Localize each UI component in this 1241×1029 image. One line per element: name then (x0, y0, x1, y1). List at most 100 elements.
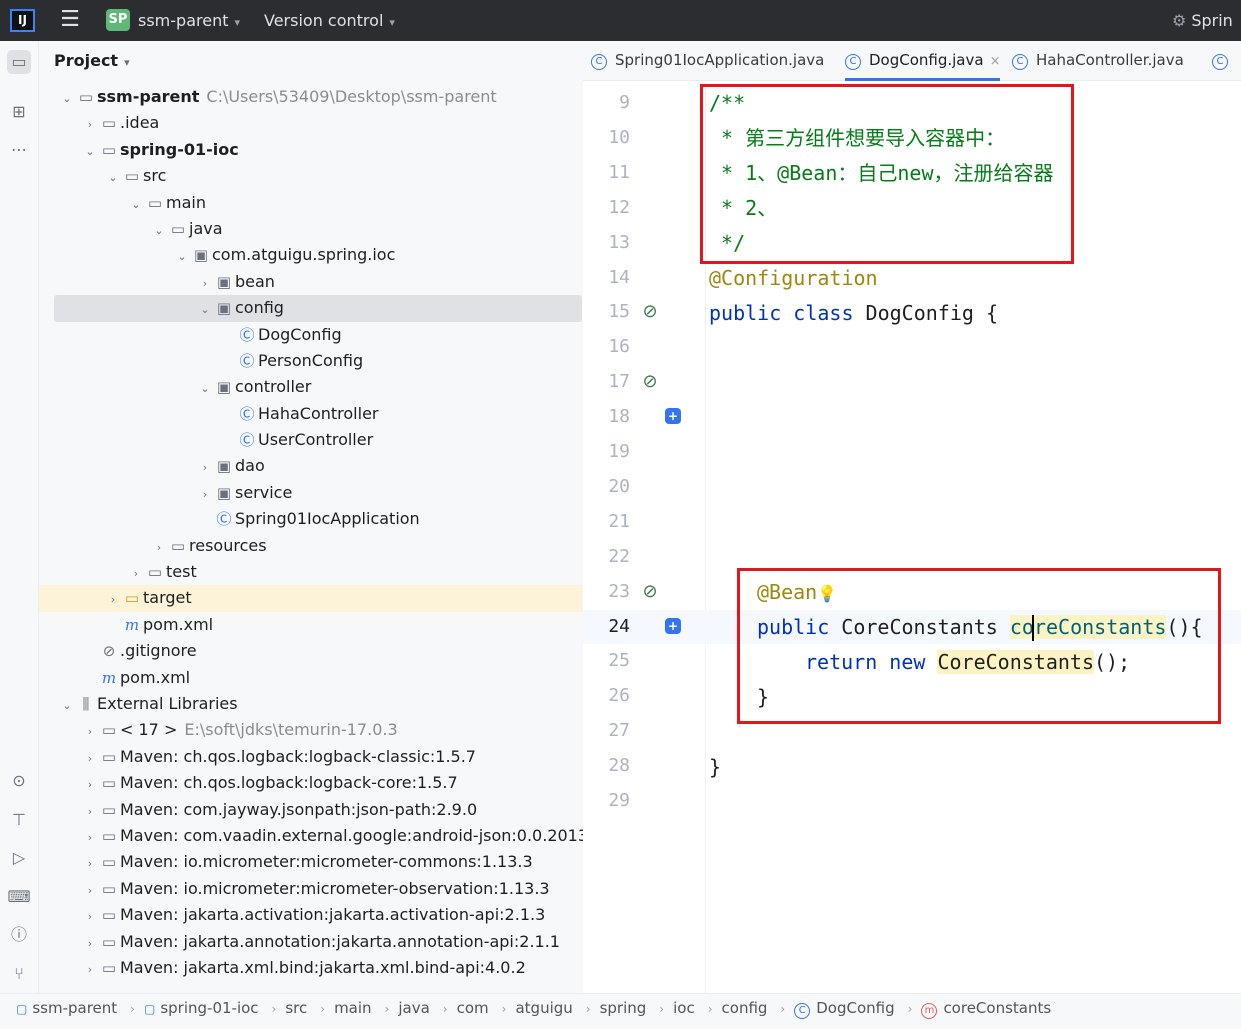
tree-row[interactable]: › ▭ .idea (39, 110, 583, 136)
breadcrumb-item[interactable]: C DogConfig (794, 999, 895, 1019)
chevron-down-icon[interactable]: ⌄ (59, 693, 75, 719)
tree-row[interactable]: ⌄ ▭ ssm-parent C:\Users\53409\Desktop\ssm-p… (39, 84, 583, 110)
chevron-down-icon[interactable]: ⌄ (82, 139, 98, 165)
chevron-right-icon[interactable]: › (82, 719, 98, 745)
tree-row[interactable]: Ⓒ Spring01IocApplication (39, 506, 583, 532)
line-number[interactable]: 22 (583, 540, 630, 575)
line-number[interactable]: 18 (583, 400, 630, 435)
run-configuration-selector[interactable]: ⚙ Sprin (1172, 11, 1233, 30)
chevron-right-icon[interactable]: › (82, 904, 98, 930)
tree-row[interactable]: m pom.xml (39, 665, 583, 691)
intellij-logo-icon[interactable]: IJ (10, 9, 35, 32)
chevron-right-icon[interactable]: › (82, 931, 98, 957)
line-number[interactable]: 10 (583, 121, 630, 156)
breadcrumb-item[interactable]: spring (600, 999, 647, 1017)
tree-row[interactable]: ⊘ .gitignore (39, 638, 583, 664)
chevron-right-icon[interactable]: › (82, 825, 98, 851)
build-tool-icon[interactable]: ⊤ (7, 808, 31, 832)
chevron-right-icon[interactable]: › (151, 535, 167, 561)
chevron-right-icon[interactable]: › (105, 587, 121, 613)
more-tools-icon[interactable]: ⋯ (7, 138, 31, 162)
spring-bean-gutter-icon[interactable]: ⊘ (639, 301, 661, 323)
main-menu-icon[interactable]: ☰ (58, 8, 82, 32)
tree-row[interactable]: › ▭ < 17 > E:\soft\jdks\temurin-17.0.3 (39, 717, 583, 743)
line-number[interactable]: 19 (583, 435, 630, 470)
tree-row[interactable]: ⌄ ▭ src (39, 163, 583, 189)
breadcrumb-item[interactable]: ▢ spring-01-ioc (144, 999, 259, 1017)
chevron-down-icon[interactable]: ⌄ (197, 297, 213, 323)
chevron-down-icon[interactable]: ⌄ (174, 244, 190, 270)
breadcrumb-item[interactable]: com (457, 999, 489, 1017)
tree-row[interactable]: ⌄ ▣ config (54, 295, 582, 323)
chevron-down-icon[interactable]: ⌄ (59, 86, 75, 112)
lightbulb-icon[interactable]: 💡 (817, 584, 837, 603)
line-number[interactable]: 21 (583, 505, 630, 540)
tree-row[interactable]: m pom.xml (39, 612, 583, 638)
tree-row[interactable]: › ▣ bean (39, 269, 583, 295)
line-number[interactable]: 29 (583, 784, 630, 819)
line-number[interactable]: 24 (583, 610, 630, 645)
project-switcher[interactable]: ssm-parent ▾ (138, 11, 240, 30)
tree-row[interactable]: ⌄ ▭ main (39, 190, 583, 216)
chevron-down-icon[interactable]: ⌄ (105, 165, 121, 191)
version-control-menu[interactable]: Version control ▾ (264, 11, 395, 30)
close-tab-icon[interactable]: × (990, 54, 1001, 69)
chevron-right-icon[interactable]: › (82, 746, 98, 772)
tree-row[interactable]: › ▭ Maven: jakarta.activation:jakarta.acti… (39, 902, 583, 928)
breadcrumb-item[interactable]: m coreConstants (921, 999, 1051, 1019)
problems-tool-icon[interactable]: ⓘ (7, 923, 31, 947)
chevron-down-icon[interactable]: ⌄ (128, 192, 144, 218)
breadcrumb-item[interactable]: java (398, 999, 429, 1017)
tab-overflow[interactable]: C (1212, 41, 1236, 81)
tree-row[interactable]: › ▭ test (39, 559, 583, 585)
tree-row[interactable]: › ▭ Maven: io.micrometer:micrometer-observ… (39, 876, 583, 902)
breadcrumb-item[interactable]: ▢ ssm-parent (16, 999, 117, 1017)
line-number[interactable]: 13 (583, 226, 630, 261)
spring-bean-gutter-icon[interactable]: ⊘ (639, 581, 661, 603)
line-number[interactable]: 16 (583, 330, 630, 365)
chevron-right-icon[interactable]: › (82, 851, 98, 877)
chevron-down-icon[interactable]: ⌄ (197, 376, 213, 402)
tree-row[interactable]: › ▭ target (39, 585, 583, 613)
chevron-right-icon[interactable]: › (82, 772, 98, 798)
breadcrumb-item[interactable]: ioc (673, 999, 695, 1017)
breadcrumb-item[interactable]: main (334, 999, 371, 1017)
ai-assistant-gutter-icon[interactable]: + (665, 408, 681, 425)
tree-row[interactable]: › ▭ Maven: jakarta.xml.bind:jakarta.xml.bi… (39, 955, 583, 981)
spring-bean-gutter-icon[interactable]: ⊘ (639, 371, 661, 393)
terminal-tool-icon[interactable]: ⌨ (7, 885, 31, 909)
breadcrumb-item[interactable]: atguigu (515, 999, 572, 1017)
line-number[interactable]: 15 (583, 295, 630, 330)
chevron-right-icon[interactable]: › (197, 455, 213, 481)
tree-row[interactable]: ⌄ ▣ controller (39, 374, 583, 400)
line-number[interactable]: 28 (583, 749, 630, 784)
code-editor[interactable]: 9 10 11 12 13 14 15 ⊘ 16 17 ⊘ 18 +19 20 21 22 23 ⊘ 24 +25 26… (583, 82, 1241, 993)
line-number[interactable]: 27 (583, 714, 630, 749)
tree-row[interactable]: › ▭ Maven: com.vaadin.external.google:andr… (39, 823, 583, 849)
tree-row[interactable]: ⌄ ▭ spring-01-ioc (39, 137, 583, 163)
tree-row[interactable]: › ▣ service (39, 480, 583, 506)
tree-row[interactable]: Ⓒ UserController (39, 427, 583, 453)
line-number[interactable]: 20 (583, 470, 630, 505)
project-panel-header[interactable]: Project ▾ (54, 51, 130, 70)
structure-tool-icon[interactable]: ⊞ (7, 100, 31, 124)
line-number[interactable]: 25 (583, 644, 630, 679)
breadcrumb-item[interactable]: config (722, 999, 768, 1017)
tree-row[interactable]: › ▭ Maven: ch.qos.logback:logback-classic:… (39, 744, 583, 770)
chevron-right-icon[interactable]: › (82, 112, 98, 138)
line-number[interactable]: 17 (583, 365, 630, 400)
tree-row[interactable]: › ▭ Maven: jakarta.annotation:jakarta.anno… (39, 929, 583, 955)
line-number[interactable]: 23 (583, 575, 630, 610)
tree-row[interactable]: › ▭ Maven: com.jayway.jsonpath:json-path:2… (39, 797, 583, 823)
chevron-right-icon[interactable]: › (82, 878, 98, 904)
breadcrumb-item[interactable]: src (285, 999, 307, 1017)
chevron-right-icon[interactable]: › (128, 561, 144, 587)
project-tool-icon[interactable]: ▭ (7, 50, 31, 74)
tree-row[interactable]: › ▭ Maven: ch.qos.logback:logback-core:1.5… (39, 770, 583, 796)
line-number[interactable]: 9 (583, 86, 630, 121)
tree-row[interactable]: › ▭ resources (39, 533, 583, 559)
line-number[interactable]: 11 (583, 156, 630, 191)
tab-dogconfig[interactable]: C DogConfig.java × (845, 41, 1001, 81)
line-number[interactable]: 26 (583, 679, 630, 714)
tree-row[interactable]: Ⓒ DogConfig (39, 322, 583, 348)
